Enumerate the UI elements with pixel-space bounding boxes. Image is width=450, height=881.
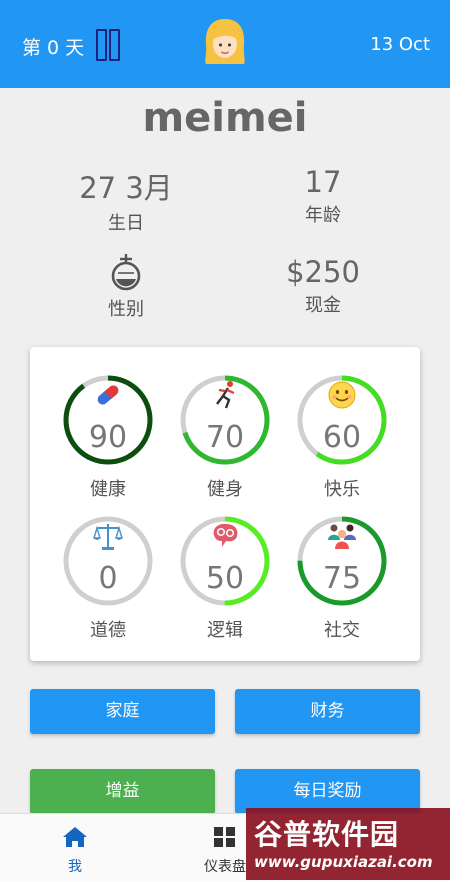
current-date: 13 Oct — [370, 34, 430, 55]
logic-ring: 50 — [179, 515, 271, 607]
health-label: 健康 — [90, 479, 126, 500]
birthday-label: 生日 — [108, 213, 144, 234]
attributes-card: 90 健康 70 健身 60 快乐 0 道德 50 逻辑 75 社交 — [30, 347, 420, 661]
age-block: 17 年龄 — [248, 165, 398, 227]
morality-ring: 0 — [62, 515, 154, 607]
fitness-label: 健身 — [207, 479, 243, 500]
cash-block: $250 现金 — [248, 255, 398, 317]
health-ring: 90 — [62, 374, 154, 466]
family-button[interactable]: 家庭 — [30, 689, 215, 734]
fitness-value: 70 — [205, 420, 245, 455]
age-label: 年龄 — [305, 205, 341, 226]
nav-label-me: 我 — [68, 859, 82, 875]
morality-value: 0 — [98, 561, 118, 596]
boost-button[interactable]: 增益 — [30, 769, 215, 814]
top-app-bar: 第 0 天 13 Oct — [0, 0, 450, 88]
nav-item-me[interactable]: 我 — [30, 826, 120, 876]
birthday-block: 27 3月 生日 — [51, 165, 201, 235]
finance-button[interactable]: 财务 — [235, 689, 420, 734]
brain-gears-icon — [213, 523, 238, 547]
age-value: 17 — [304, 165, 342, 199]
player-name: meimei — [142, 95, 308, 141]
scales-icon — [93, 524, 123, 550]
pause-button[interactable] — [96, 29, 120, 61]
dashboard-icon — [214, 827, 235, 847]
birthday-value: 27 3月 — [79, 171, 173, 205]
day-counter: 第 0 天 — [22, 37, 85, 59]
watermark-url: www.gupuxiazai.com — [254, 853, 433, 871]
morality-label: 道德 — [90, 620, 126, 641]
gender-label: 性别 — [108, 299, 144, 320]
cash-label: 现金 — [305, 295, 341, 316]
happiness-ring: 60 — [296, 374, 388, 466]
watermark-title: 谷普软件园 — [254, 818, 400, 851]
social-value: 75 — [322, 561, 362, 596]
logic-label: 逻辑 — [207, 620, 243, 641]
happiness-value: 60 — [322, 420, 362, 455]
gender-block: 性别 — [51, 253, 201, 321]
home-icon — [63, 827, 87, 847]
running-icon — [216, 381, 235, 409]
logic-value: 50 — [205, 561, 245, 596]
female-gender-icon — [111, 254, 141, 291]
site-watermark: 谷普软件园 www.gupuxiazai.com — [246, 808, 450, 880]
cash-value: $250 — [286, 255, 360, 289]
avatar[interactable] — [200, 16, 250, 68]
smiley-icon — [328, 381, 356, 409]
fitness-ring: 70 — [179, 374, 271, 466]
health-value: 90 — [88, 420, 128, 455]
people-icon — [328, 524, 356, 549]
happiness-label: 快乐 — [324, 479, 360, 500]
social-label: 社交 — [324, 620, 360, 641]
social-ring: 75 — [296, 515, 388, 607]
pill-icon — [97, 385, 119, 405]
